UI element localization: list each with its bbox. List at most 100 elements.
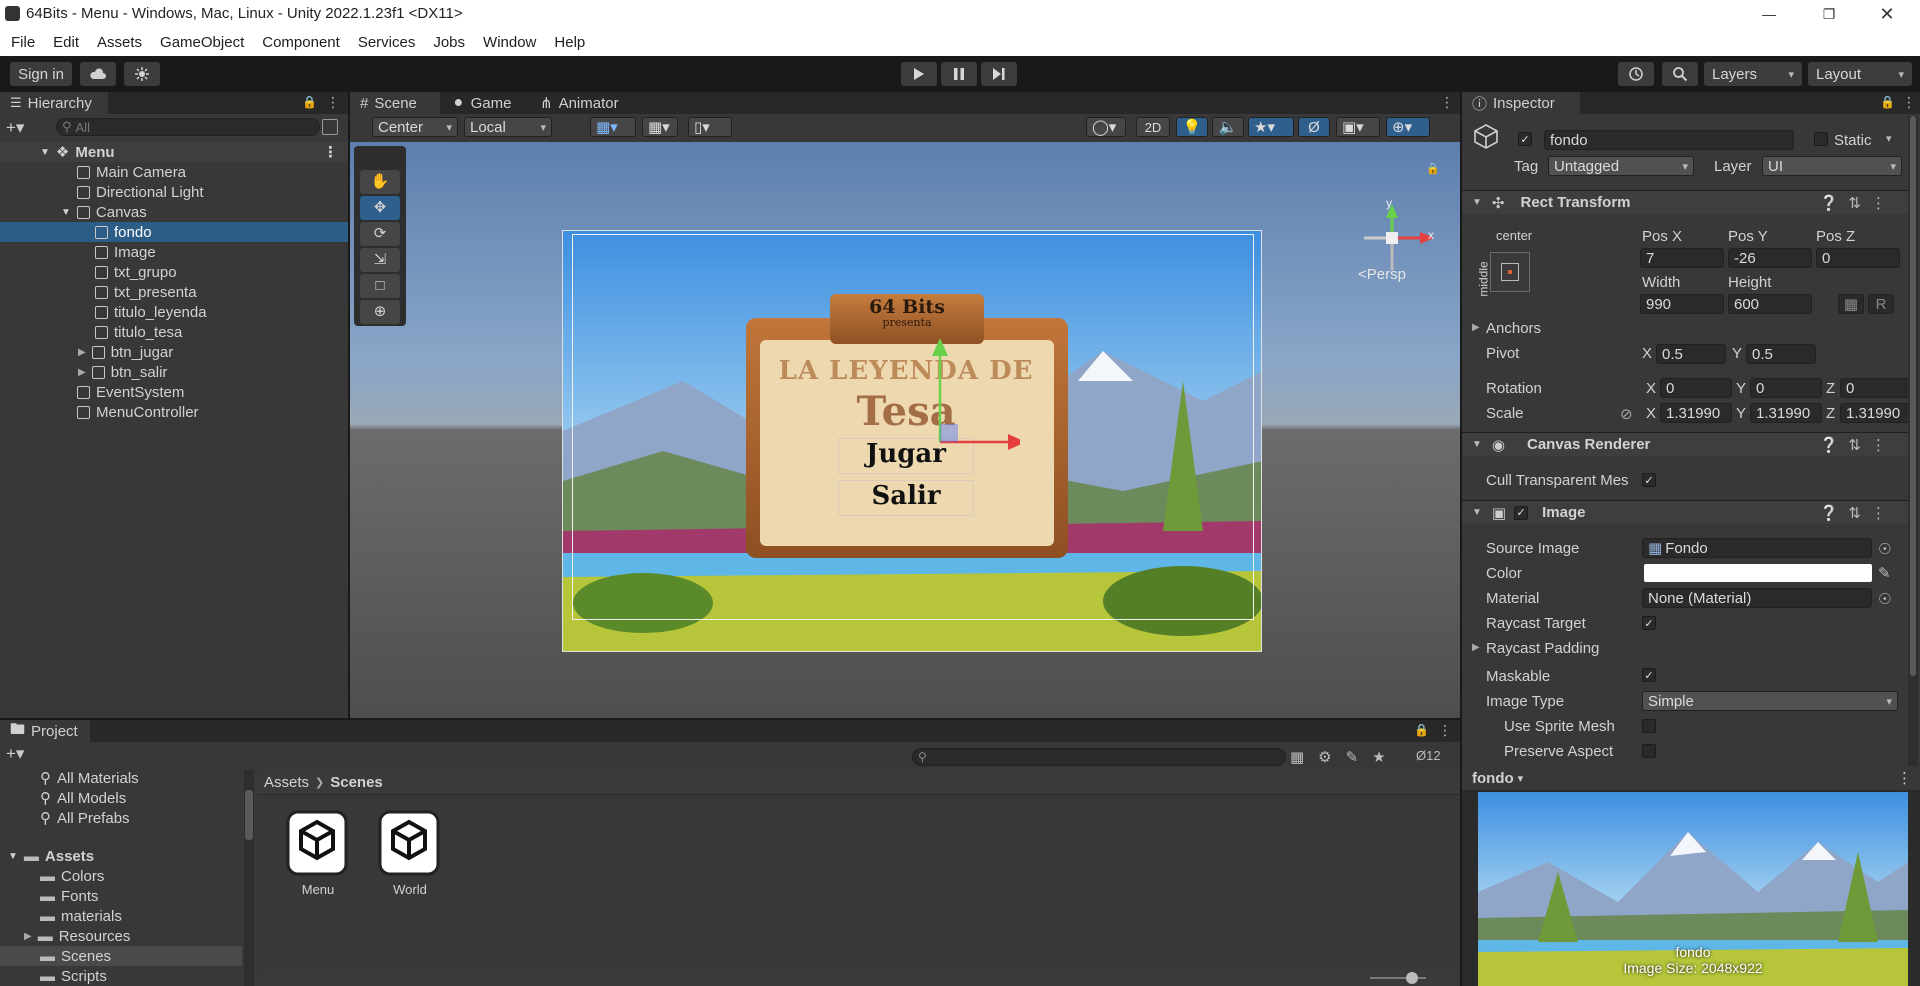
anchors-label[interactable]: Anchors (1486, 320, 1541, 337)
toggle-2d-button[interactable]: 2D (1136, 117, 1170, 137)
use-sprite-mesh-checkbox[interactable] (1642, 719, 1656, 733)
kebab-menu-icon[interactable]: ⋮ (1897, 769, 1912, 787)
folder-assets[interactable]: ▼ ▬ Assets (0, 846, 256, 866)
collab-button[interactable] (124, 62, 160, 86)
collapse-arrow-icon[interactable]: ▶ (78, 367, 86, 378)
active-checkbox[interactable]: ✓ (1518, 132, 1532, 146)
pause-button[interactable] (941, 62, 977, 86)
scene-visibility-icon[interactable] (322, 119, 338, 135)
pos-y-input[interactable]: -26 (1728, 248, 1812, 268)
hierarchy-item-image[interactable]: Image (0, 242, 348, 262)
restore-icon[interactable]: ❐ (1806, 0, 1852, 28)
transform-tool-icon[interactable]: ⊕ (360, 300, 400, 324)
width-input[interactable]: 990 (1640, 294, 1724, 314)
hierarchy-item-btn-salir[interactable]: ▶ btn_salir (0, 362, 348, 382)
pivot-x-input[interactable]: 0.5 (1656, 344, 1726, 364)
search-filter-icons[interactable]: ▦⚙✎★ (1290, 748, 1400, 766)
scale-y-input[interactable]: 1.31990 (1750, 403, 1822, 423)
eyedropper-icon[interactable]: ✎ (1878, 564, 1891, 582)
kebab-menu-icon[interactable]: ⋮ (1438, 722, 1452, 739)
tab-inspector[interactable]: ⓘ Inspector (1462, 92, 1580, 114)
effects-toggle-icon[interactable]: ★▾ (1248, 117, 1294, 137)
folder-materials[interactable]: ▬ materials (0, 906, 256, 926)
pos-x-input[interactable]: 7 (1640, 248, 1724, 268)
hierarchy-item-txt-presenta[interactable]: txt_presenta (0, 282, 348, 302)
hierarchy-item-txt-grupo[interactable]: txt_grupo (0, 262, 348, 282)
menu-help[interactable]: Help (545, 34, 594, 51)
menu-edit[interactable]: Edit (44, 34, 88, 51)
collapse-arrow-icon[interactable]: ▶ (24, 931, 32, 942)
layers-dropdown[interactable]: Layers (1704, 62, 1802, 86)
hierarchy-item-fondo[interactable]: fondo (0, 222, 348, 242)
pivot-mode-dropdown[interactable]: Center (372, 117, 458, 137)
menu-gameobject[interactable]: GameObject (151, 34, 253, 51)
menu-file[interactable]: File (0, 34, 44, 51)
move-tool-icon[interactable]: ✥ (360, 196, 400, 220)
orientation-gizmo[interactable] (1242, 212, 1243, 213)
undo-history-button[interactable] (1618, 62, 1654, 86)
raycast-target-checkbox[interactable]: ✓ (1642, 616, 1656, 630)
rotate-tool-icon[interactable]: ⟳ (360, 222, 400, 246)
gizmos-toggle-icon[interactable]: ⊕▾ (1386, 117, 1430, 137)
hierarchy-item-canvas[interactable]: ▼ Canvas (0, 202, 348, 222)
scale-tool-icon[interactable]: ⇲ (360, 248, 400, 272)
sign-in-button[interactable]: Sign in (10, 62, 72, 86)
layer-dropdown[interactable]: UI (1762, 156, 1902, 176)
step-button[interactable] (981, 62, 1017, 86)
tab-project[interactable]: 🖿 Project (0, 720, 90, 742)
hidden-objects-toggle-icon[interactable]: Ø (1298, 117, 1330, 137)
pivot-space-dropdown[interactable]: Local (464, 117, 552, 137)
tag-dropdown[interactable]: Untagged (1548, 156, 1694, 176)
foldout-arrow-icon[interactable]: ▼ (1472, 197, 1482, 208)
anchor-preset-button[interactable] (1490, 252, 1530, 292)
pivot-y-input[interactable]: 0.5 (1746, 344, 1816, 364)
scale-x-input[interactable]: 1.31990 (1660, 403, 1732, 423)
tab-scene[interactable]: # Scene (350, 92, 440, 114)
rotation-x-input[interactable]: 0 (1660, 378, 1732, 398)
folder-scripts[interactable]: ▬ Scripts (0, 966, 256, 986)
increment-snap-button[interactable]: ▯▾ (688, 117, 732, 137)
collapse-arrow-icon[interactable]: ▶ (78, 347, 86, 358)
image-enabled-checkbox[interactable]: ✓ (1514, 505, 1529, 520)
image-component-header[interactable]: ▼ ▣ ✓ Image ❔⇅⋮ (1462, 500, 1908, 524)
cloud-button[interactable] (80, 62, 116, 86)
tab-animator[interactable]: ⋔ Animator (530, 92, 634, 114)
menu-component[interactable]: Component (253, 34, 349, 51)
menu-jobs[interactable]: Jobs (424, 34, 474, 51)
menu-assets[interactable]: Assets (88, 34, 151, 51)
static-checkbox[interactable] (1814, 132, 1828, 146)
object-name-input[interactable]: fondo (1544, 130, 1794, 150)
folder-fonts[interactable]: ▬ Fonts (0, 886, 256, 906)
component-actions-icon[interactable]: ❔⇅⋮ (1820, 194, 1896, 212)
breadcrumb-assets[interactable]: Assets (264, 774, 309, 791)
lock-icon[interactable]: 🔒 (302, 95, 317, 109)
folder-scenes[interactable]: ▬ Scenes (0, 946, 242, 966)
tab-game[interactable]: ⚫ Game (442, 92, 528, 114)
camera-settings-icon[interactable]: ▣▾ (1336, 117, 1380, 137)
scene-viewport[interactable]: ✋ ✥ ⟳ ⇲ □ ⊕ 64 Bits presenta LA LEYENDA … (350, 142, 1460, 718)
lock-icon[interactable]: 🔒 (1414, 723, 1429, 737)
blueprint-mode-icon[interactable]: ▦ (1838, 294, 1864, 314)
rotation-y-input[interactable]: 0 (1750, 378, 1822, 398)
object-picker-icon[interactable]: ☉ (1878, 540, 1891, 558)
kebab-menu-icon[interactable]: ⋮ (326, 94, 340, 111)
component-actions-icon[interactable]: ❔⇅⋮ (1820, 504, 1896, 522)
kebab-menu-icon[interactable]: ⋮ (323, 143, 338, 161)
preserve-aspect-checkbox[interactable] (1642, 744, 1656, 758)
expand-arrow-icon[interactable]: ▼ (40, 147, 50, 158)
favorite-all-prefabs[interactable]: ⚲ All Prefabs (0, 808, 256, 828)
hierarchy-item-titulo-tesa[interactable]: titulo_tesa (0, 322, 348, 342)
source-image-field[interactable]: ▦ Fondo (1642, 538, 1872, 558)
hierarchy-item-menu-scene[interactable]: ▼ ❖ Menu ⋮ (0, 142, 348, 162)
search-button[interactable] (1662, 62, 1698, 86)
add-asset-icon[interactable]: +▾ (6, 744, 24, 764)
hierarchy-item-main-camera[interactable]: Main Camera (0, 162, 348, 182)
zoom-slider-handle[interactable] (1406, 972, 1418, 984)
menu-services[interactable]: Services (349, 34, 425, 51)
raycast-padding-label[interactable]: Raycast Padding (1486, 640, 1599, 657)
cull-transparent-checkbox[interactable]: ✓ (1642, 473, 1656, 487)
lighting-toggle-icon[interactable]: 💡 (1176, 117, 1208, 137)
audio-toggle-icon[interactable]: 🔈 (1212, 117, 1244, 137)
play-button[interactable] (901, 62, 937, 86)
favorite-all-models[interactable]: ⚲ All Models (0, 788, 256, 808)
